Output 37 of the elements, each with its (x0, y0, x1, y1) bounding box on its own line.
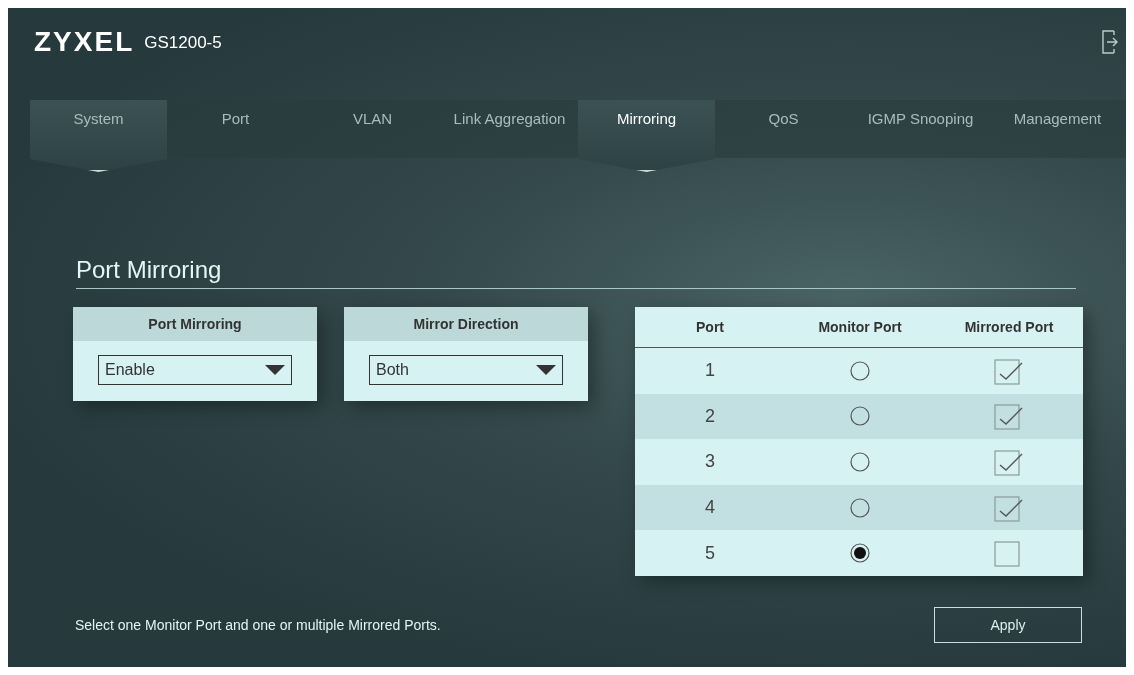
caret-icon (265, 365, 285, 375)
card-header: Port Mirroring (73, 307, 317, 341)
model-name: GS1200-5 (144, 33, 223, 53)
dropdown[interactable]: Both (369, 355, 563, 385)
port-number: 2 (705, 405, 715, 427)
checkbox[interactable] (994, 402, 1024, 431)
nav-tab[interactable]: Management (989, 100, 1126, 158)
brand-logo: ZYXEL (34, 26, 135, 58)
nav-tab[interactable]: Mirroring (578, 100, 715, 172)
nav-tab[interactable]: Port (167, 100, 304, 158)
port-number: 4 (705, 497, 715, 519)
column-header: Monitor Port (818, 319, 902, 335)
nav-tab[interactable]: VLAN (304, 100, 441, 158)
logout-icon[interactable] (1100, 29, 1118, 55)
checkbox[interactable] (994, 356, 1024, 385)
radio-button[interactable] (850, 452, 870, 472)
caret-icon (536, 365, 556, 375)
apply-button[interactable]: Apply (934, 607, 1082, 643)
checkbox[interactable] (994, 493, 1024, 522)
nav-tab[interactable]: System (30, 100, 167, 172)
hint-text: Select one Monitor Port and one or multiple Mirrored Ports. (75, 617, 441, 633)
radio-button[interactable] (850, 497, 870, 518)
port-number: 3 (705, 451, 715, 473)
port-number: 5 (705, 542, 715, 564)
column-header: Mirrored Port (964, 319, 1054, 335)
checkbox[interactable] (994, 448, 1024, 476)
port-number: 1 (705, 360, 715, 382)
dropdown[interactable]: Enable (98, 355, 292, 385)
nav-tab[interactable]: Link Aggregation (441, 100, 578, 158)
card-header: Mirror Direction (344, 307, 588, 341)
nav-tab[interactable]: IGMP Snooping (852, 100, 989, 158)
radio-button[interactable] (850, 360, 870, 381)
nav-tab[interactable]: QoS (715, 100, 852, 158)
column-header: Port (696, 319, 724, 335)
radio-button[interactable] (850, 406, 870, 427)
radio-button[interactable] (850, 543, 870, 564)
section-title: Port Mirroring (76, 256, 1076, 289)
